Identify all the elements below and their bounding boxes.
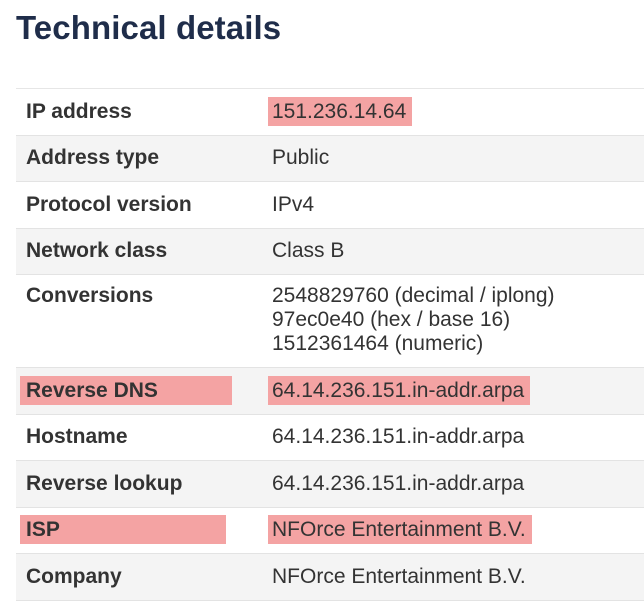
row-value: Public [272, 146, 330, 170]
row-address-type: Address type Public [16, 135, 644, 182]
reverse-dns-value[interactable]: 64.14.236.151.in-addr.arpa [268, 375, 531, 405]
isp-value[interactable]: NFOrce Entertainment B.V. [268, 515, 532, 545]
row-label: Conversions [26, 284, 154, 307]
row-label: Reverse lookup [26, 471, 183, 495]
row-value: 64.14.236.151.in-addr.arpa [272, 471, 525, 495]
row-company: Company NFOrce Entertainment B.V. [16, 554, 644, 601]
conversion-decimal: 2548829760 (decimal / iplong) [272, 284, 555, 307]
row-reverse-dns: Reverse DNS 64.14.236.151.in-addr.arpa [16, 368, 644, 415]
row-value: NFOrce Entertainment B.V. [268, 515, 644, 545]
row-protocol-version: Protocol version IPv4 [16, 182, 644, 229]
row-isp: ISP NFOrce Entertainment B.V. [16, 508, 644, 554]
row-value: 151.236.14.64 [268, 96, 644, 126]
row-value: IPv4 [272, 192, 315, 216]
row-conversions: Conversions 2548829760 (decimal / iplong… [16, 275, 644, 368]
row-value: 2548829760 (decimal / iplong) 97ec0e40 (… [272, 284, 644, 356]
page-title: Technical details [16, 9, 282, 46]
row-label: Company [26, 564, 122, 588]
ip-address-value[interactable]: 151.236.14.64 [268, 96, 413, 126]
row-value: Class B [272, 239, 345, 263]
row-ip-address: IP address 151.236.14.64 [16, 89, 644, 136]
row-label: Hostname [26, 425, 128, 449]
page: Technical details IP address 151.236.14.… [0, 0, 644, 607]
row-label: Network class [26, 239, 168, 263]
technical-details-table: IP address 151.236.14.64 Address type Pu… [16, 88, 644, 601]
row-hostname: Hostname 64.14.236.151.in-addr.arpa [16, 415, 644, 461]
row-value: 64.14.236.151.in-addr.arpa [272, 425, 525, 449]
row-value: NFOrce Entertainment B.V. [272, 564, 526, 588]
row-network-class: Network class Class B [16, 228, 644, 275]
row-label: IP address [26, 99, 132, 123]
row-label: ISP [16, 515, 272, 545]
row-value: 64.14.236.151.in-addr.arpa [268, 375, 644, 405]
row-label: Reverse DNS [16, 375, 272, 405]
row-label: Protocol version [26, 192, 192, 216]
row-reverse-lookup: Reverse lookup 64.14.236.151.in-addr.arp… [16, 461, 644, 508]
reverse-dns-label: Reverse DNS [20, 375, 232, 405]
row-label: Address type [26, 146, 160, 170]
isp-label: ISP [20, 515, 226, 545]
conversion-hex: 97ec0e40 (hex / base 16) [272, 308, 511, 331]
conversion-numeric: 1512361464 (numeric) [272, 332, 484, 355]
